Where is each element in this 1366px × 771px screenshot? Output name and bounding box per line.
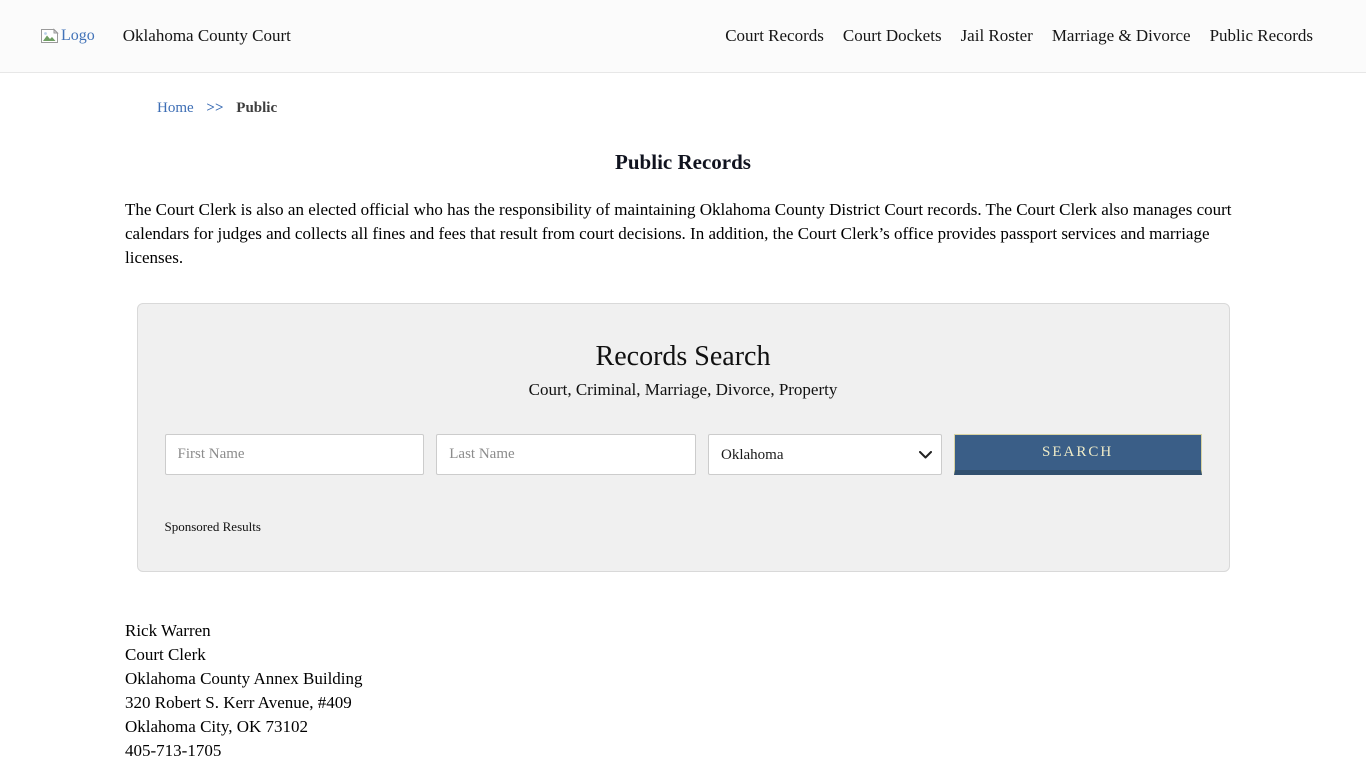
nav-item-court-dockets[interactable]: Court Dockets [843, 26, 942, 46]
site-title: Oklahoma County Court [122, 26, 291, 45]
nav-item-court-records[interactable]: Court Records [725, 26, 824, 46]
contact-info: Rick Warren Court Clerk Oklahoma County … [125, 619, 1241, 771]
header: Logo Oklahoma County Court Court Records… [0, 0, 1366, 73]
search-button[interactable]: SEARCH [953, 434, 1202, 476]
broken-image-icon [40, 28, 59, 44]
page-title: Public Records [615, 150, 751, 174]
records-search-panel: Records Search Court, Criminal, Marriage… [136, 303, 1230, 573]
contact-phone: 405-713-1705 [125, 741, 222, 761]
breadcrumb-current: Public [236, 100, 278, 116]
panel-title: Records Search [595, 341, 771, 373]
last-name-input[interactable] [436, 434, 696, 476]
contact-role: Court Clerk [125, 645, 206, 665]
contact-building: Oklahoma County Annex Building [125, 669, 363, 689]
logo-alt-text: Logo [61, 27, 95, 44]
contact-city: Oklahoma City, OK 73102 [125, 717, 309, 737]
breadcrumb: Home >> Public [125, 73, 1241, 117]
first-name-input[interactable] [164, 434, 425, 476]
site-logo[interactable]: Logo [40, 27, 95, 45]
nav-item-public-records[interactable]: Public Records [1210, 26, 1313, 46]
search-form: Oklahoma SEARCH [164, 434, 1202, 476]
sponsored-results-label: Sponsored Results [164, 519, 261, 535]
main-content: Home >> Public Public Records The Court … [125, 73, 1241, 771]
breadcrumb-separator: >> [206, 100, 224, 116]
contact-name: Rick Warren [125, 621, 211, 641]
main-nav: Court Records Court Dockets Jail Roster … [725, 26, 1313, 46]
breadcrumb-home-link[interactable]: Home [157, 100, 194, 116]
state-select[interactable]: Oklahoma [708, 434, 942, 476]
nav-item-marriage-divorce[interactable]: Marriage & Divorce [1052, 26, 1191, 46]
intro-paragraph: The Court Clerk is also an elected offic… [125, 200, 1232, 268]
nav-item-jail-roster[interactable]: Jail Roster [961, 26, 1033, 46]
contact-street: 320 Robert S. Kerr Avenue, #409 [125, 693, 352, 713]
state-select-wrap: Oklahoma [708, 434, 942, 476]
panel-subtitle: Court, Criminal, Marriage, Divorce, Prop… [528, 380, 838, 400]
